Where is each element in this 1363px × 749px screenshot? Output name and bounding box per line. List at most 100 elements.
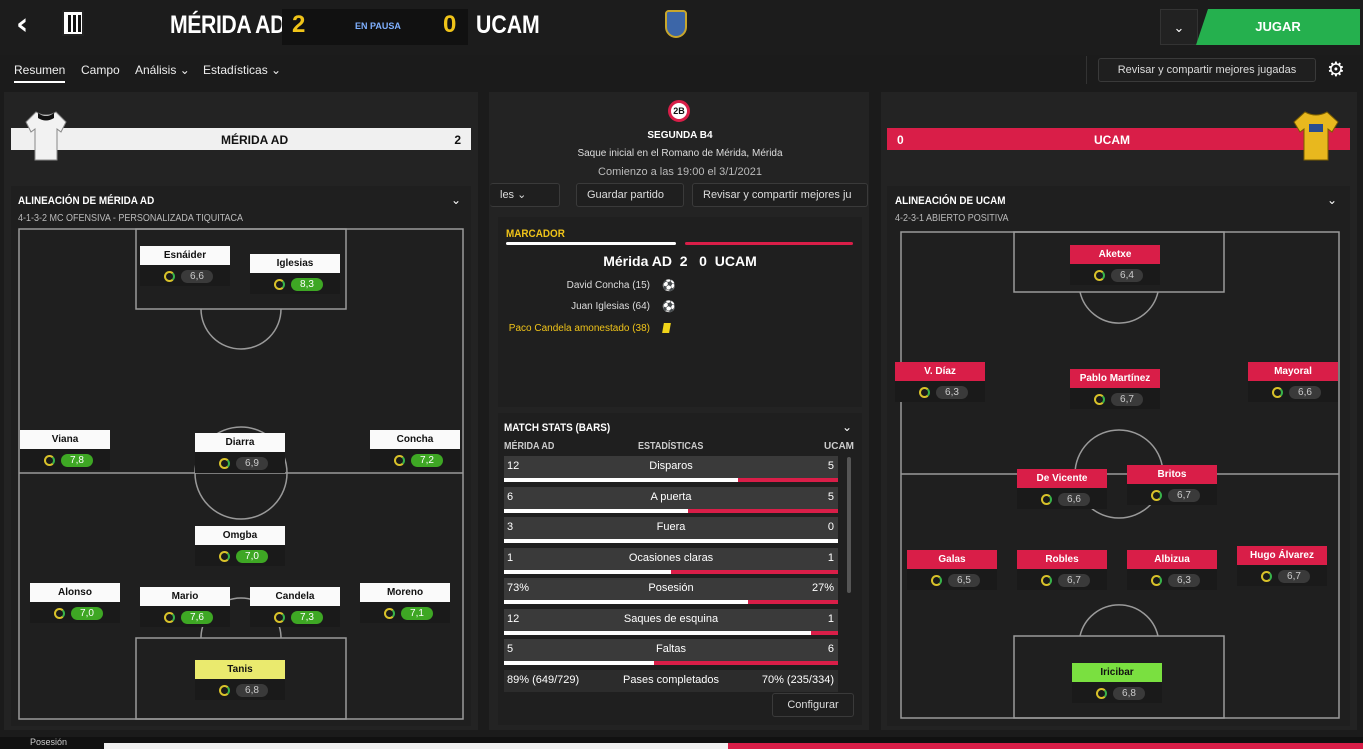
stat-away-value: 5 — [827, 460, 834, 472]
player-rating-row: 7,0 — [54, 606, 103, 620]
stat-row: Posesión 73% 27% — [504, 578, 838, 604]
gear-icon[interactable]: ⚙ — [1324, 58, 1348, 82]
chevron-down-icon[interactable]: ⌄ — [1160, 9, 1198, 45]
away-player-card[interactable]: Robles 6,7 — [1017, 550, 1107, 590]
player-rating-row: 7,3 — [274, 610, 323, 624]
event-goal-2: Juan Iglesias (64) — [571, 301, 650, 312]
away-player-card[interactable]: Iricibar 6,8 — [1072, 663, 1162, 703]
home-lineup-title: ALINEACIÓN DE MÉRIDA AD — [18, 195, 155, 207]
home-team-bar: MÉRIDA AD 2 — [11, 128, 471, 150]
stat-home-value: 3 — [507, 521, 514, 533]
form-icon — [1094, 393, 1105, 405]
tab-campo[interactable]: Campo — [81, 63, 120, 77]
player-rating-row: 6,7 — [1094, 392, 1143, 406]
stat-label: Posesión — [648, 582, 694, 594]
away-player-card[interactable]: Aketxe 6,4 — [1070, 245, 1160, 285]
player-name: Diarra — [195, 433, 285, 452]
player-rating-row: 6,8 — [219, 683, 268, 697]
home-pitch — [18, 228, 464, 720]
player-rating: 8,3 — [291, 277, 323, 291]
home-player-card[interactable]: Esnáider 6,6 — [140, 246, 230, 286]
player-rating-row: 6,8 — [1096, 686, 1145, 700]
stat-home-value: 6 — [507, 490, 514, 503]
away-player-card[interactable]: V. Díaz 6,3 — [895, 362, 985, 402]
player-rating: 7,6 — [181, 610, 213, 624]
review-button[interactable]: Revisar y compartir mejores ju — [692, 183, 868, 207]
stat-away-value: 6 — [827, 643, 834, 655]
away-team-bar: 0 UCAM — [887, 128, 1350, 150]
home-player-card[interactable]: Omgba 7,0 — [195, 526, 285, 566]
stat-home-value: 73% — [507, 582, 530, 594]
stat-label: Saques de esquina — [623, 612, 719, 625]
stat-row: A puerta 6 5 — [504, 486, 838, 513]
match-status: EN PAUSA — [355, 21, 401, 31]
review-highlights-button[interactable]: Revisar y compartir mejores jugadas — [1098, 58, 1316, 82]
player-rating: 6,6 — [1058, 492, 1090, 506]
stats-away-header: UCAM — [824, 441, 854, 452]
player-rating-row: 6,5 — [931, 573, 980, 587]
save-match-button[interactable]: Guardar partido — [576, 183, 684, 207]
venue-text: Saque inicial en el Romano de Mérida, Mé… — [577, 148, 783, 159]
player-name: Iricibar — [1072, 663, 1162, 682]
home-score: 2 — [292, 11, 306, 38]
player-name: Mayoral — [1248, 362, 1338, 381]
away-player-card[interactable]: Albizua 6,3 — [1127, 550, 1217, 590]
tab-estadisticas[interactable]: Estadísticas ⌄ — [203, 63, 281, 77]
top-bar: ‹ MÉRIDA AD 2 EN PAUSA 0 UCAM ⌄ JUGAR — [0, 0, 1363, 55]
home-player-card[interactable]: Iglesias 8,3 — [250, 254, 340, 294]
configure-button[interactable]: Configurar — [772, 693, 854, 717]
away-bar-score: 0 — [897, 133, 904, 147]
away-player-card[interactable]: Galas 6,5 — [907, 550, 997, 590]
menu-button-label: les — [500, 189, 515, 201]
player-name: Omgba — [195, 526, 285, 545]
home-bar-score: 2 — [454, 133, 461, 147]
form-icon — [274, 611, 285, 623]
home-player-card[interactable]: Alonso 7,0 — [30, 583, 120, 623]
stat-row: Saques de esquina 12 1 — [504, 608, 838, 635]
back-icon[interactable]: ‹ — [16, 10, 46, 40]
chevron-down-icon[interactable]: ⌄ — [1327, 193, 1337, 207]
away-player-card[interactable]: Hugo Álvarez 6,7 — [1237, 546, 1327, 586]
away-score: 0 — [443, 11, 457, 38]
player-name: Moreno — [360, 583, 450, 602]
player-rating: 6,6 — [1289, 385, 1321, 399]
home-player-card[interactable]: Moreno 7,1 — [360, 583, 450, 623]
away-player-card[interactable]: Pablo Martínez 6,7 — [1070, 369, 1160, 409]
player-name: Hugo Álvarez — [1237, 546, 1327, 565]
chevron-down-icon[interactable]: ⌄ — [451, 193, 461, 207]
stat-home-value: 89% (649/729) — [507, 673, 580, 686]
stats-home-header: MÉRIDA AD — [504, 441, 555, 452]
chevron-down-icon[interactable]: ⌄ — [842, 420, 852, 434]
scrollbar[interactable] — [847, 457, 851, 593]
stat-away-value: 70% (235/334) — [761, 673, 834, 686]
away-player-card[interactable]: Britos 6,7 — [1127, 465, 1217, 505]
home-player-card[interactable]: Diarra 6,9 — [195, 433, 285, 473]
stat-home-value: 1 — [507, 551, 514, 564]
away-player-card[interactable]: Mayoral 6,6 — [1248, 362, 1338, 402]
event-booking: Paco Candela amonestado (38) — [508, 323, 650, 334]
play-button[interactable]: JUGAR — [1196, 9, 1360, 45]
tab-resumen[interactable]: Resumen — [14, 63, 66, 83]
stat-row: Ocasiones claras 1 1 — [504, 547, 838, 574]
player-rating-row: 6,6 — [1041, 492, 1090, 506]
menu-button[interactable]: les ⌄ — [490, 183, 560, 207]
home-player-card[interactable]: Concha 7,2 — [370, 430, 460, 470]
home-player-card[interactable]: Mario 7,6 — [140, 587, 230, 627]
player-rating: 7,0 — [71, 606, 103, 620]
home-player-card[interactable]: Viana 7,8 — [20, 430, 110, 470]
player-name: Esnáider — [140, 246, 230, 265]
stat-away-value: 27% — [811, 582, 834, 594]
away-player-card[interactable]: De Vicente 6,6 — [1017, 469, 1107, 509]
form-icon — [219, 684, 230, 696]
player-rating: 7,3 — [291, 610, 323, 624]
stat-bar-home-fill — [504, 508, 688, 513]
tab-analisis[interactable]: Análisis ⌄ — [135, 63, 190, 77]
stat-bar — [504, 661, 838, 665]
marcador-score-line: Mérida AD 2 0 UCAM — [603, 253, 757, 269]
form-icon — [931, 574, 942, 586]
form-icon — [219, 457, 230, 469]
form-icon — [1041, 493, 1052, 505]
home-player-card[interactable]: Candela 7,3 — [250, 587, 340, 627]
form-icon — [1094, 269, 1105, 281]
home-player-card[interactable]: Tanis 6,8 — [195, 660, 285, 700]
